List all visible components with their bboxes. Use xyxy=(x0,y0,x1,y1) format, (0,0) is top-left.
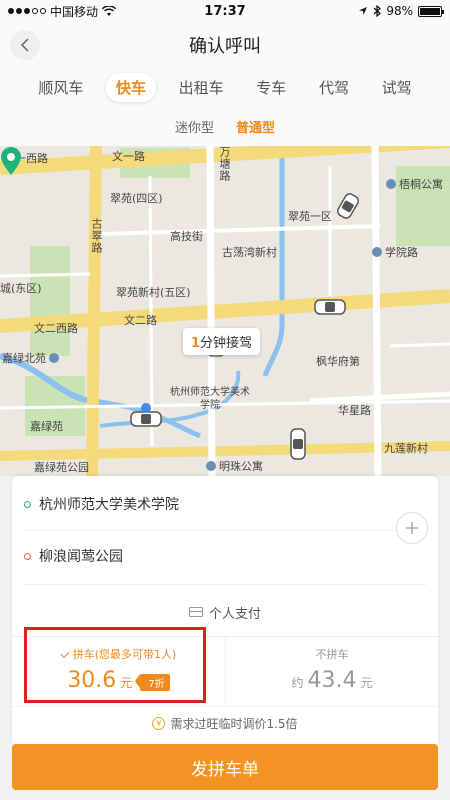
pickup-eta-bubble: 1分钟接驾 xyxy=(183,328,261,355)
poi-icon xyxy=(386,179,396,189)
back-button[interactable] xyxy=(10,30,40,60)
map-label: 古翠路 xyxy=(90,218,103,254)
battery-percent: 98% xyxy=(386,4,413,18)
map-label: 嘉绿苑 xyxy=(30,420,63,433)
start-dot-icon xyxy=(24,500,31,508)
map-label: 万塘路 xyxy=(218,146,231,182)
submit-carpool-button[interactable]: 发拼车单 xyxy=(12,744,438,790)
map-label: 翠苑(四区) xyxy=(110,192,163,205)
wifi-icon xyxy=(102,5,117,16)
carpool-price-row: 30.6 元 7折 xyxy=(12,668,225,693)
divider xyxy=(24,584,426,585)
carpool-option[interactable]: 拼车(您最多可带1人) 30.6 元 7折 xyxy=(12,636,225,706)
map-label: 文一路 xyxy=(112,150,145,163)
map-label: 枫华府第 xyxy=(316,355,360,368)
no-carpool-price: 43.4 xyxy=(307,668,357,693)
plus-icon xyxy=(406,522,418,534)
map-label-jialv-beiyuan: 嘉绿北苑 xyxy=(2,350,62,366)
no-carpool-option[interactable]: 不拼车 约 43.4 元 xyxy=(225,636,438,706)
map-label: 嘉绿苑公园 xyxy=(34,461,89,474)
map-label: 华星路 xyxy=(338,404,371,417)
header: 确认呼叫 xyxy=(0,22,450,68)
payment-selector[interactable]: 个人支付 xyxy=(12,588,438,636)
map-label: 城(东区) xyxy=(0,282,42,295)
carpool-price-unit: 元 xyxy=(120,676,133,690)
poi-icon xyxy=(372,247,382,257)
map-roads xyxy=(0,146,450,476)
carrier-label: 中国移动 xyxy=(50,4,99,19)
map-label-xueyuan: 学院路 xyxy=(372,244,418,260)
surge-text: 需求过旺临时调价1.5倍 xyxy=(170,717,298,731)
destination-text: 柳浪闻莺公园 xyxy=(39,549,123,565)
status-left: 中国移动 xyxy=(8,3,358,20)
discount-badge: 7折 xyxy=(135,674,170,691)
map-label-mingzhu: 明珠公寓 xyxy=(206,458,263,474)
no-carpool-price-prefix: 约 xyxy=(291,676,304,690)
map-label: 翠苑新村(五区) xyxy=(116,286,191,299)
map-label-wutong: 梧桐公寓 xyxy=(386,176,443,192)
check-icon xyxy=(60,648,70,659)
map-label: 文二西路 xyxy=(34,322,78,335)
poi-icon xyxy=(49,353,59,363)
status-bar: 中国移动 17:37 98% xyxy=(0,0,450,22)
map-label: 文二路 xyxy=(124,314,157,327)
pickup-text: 杭州师范大学美术学院 xyxy=(39,497,179,513)
destination-location[interactable]: 柳浪闻莺公园 xyxy=(12,530,438,582)
no-carpool-price-unit: 元 xyxy=(360,676,373,690)
no-carpool-price-row: 约 43.4 元 xyxy=(226,668,438,693)
map-view[interactable]: 文一西路 文一路 万塘路 翠苑(四区) 古翠路 高技街 翠苑一区 梧桐公寓 学院… xyxy=(0,146,450,476)
status-right: 98% xyxy=(358,4,444,18)
card-icon xyxy=(188,607,203,617)
tab-designated-driver[interactable]: 代驾 xyxy=(309,73,359,102)
battery-icon xyxy=(418,5,444,17)
poi-icon xyxy=(206,461,216,471)
car-icon xyxy=(290,428,306,460)
end-dot-icon xyxy=(24,552,31,560)
tab-premier[interactable]: 专车 xyxy=(246,73,296,102)
service-tabs: 顺风车 快车 出租车 专车 代驾 试驾 xyxy=(0,68,450,106)
payment-label: 个人支付 xyxy=(208,606,261,622)
map-label: 古荡湾新村 xyxy=(222,246,277,259)
trip-card: 杭州师范大学美术学院 柳浪闻莺公园 个人支付 拼车(您最多可带1人) 30.6 … xyxy=(12,476,438,744)
bluetooth-icon xyxy=(373,5,382,17)
add-stop-button[interactable] xyxy=(396,512,428,544)
carpool-title: 拼车(您最多可带1人) xyxy=(72,648,177,661)
carpool-title-row: 拼车(您最多可带1人) xyxy=(12,646,225,662)
tab-express[interactable]: 快车 xyxy=(105,72,156,102)
tab-taxi[interactable]: 出租车 xyxy=(169,73,234,102)
map-label: 高技街 xyxy=(170,230,203,243)
pickup-location[interactable]: 杭州师范大学美术学院 xyxy=(12,478,438,530)
surge-notice[interactable]: ¥ 需求过旺临时调价1.5倍 xyxy=(12,706,438,740)
tab-hitch[interactable]: 顺风车 xyxy=(28,73,93,102)
app-root: 中国移动 17:37 98% 确认呼叫 顺风车 快车 出租车 专车 代驾 试驾 … xyxy=(0,0,450,800)
signal-icon xyxy=(8,8,46,14)
location-pin-icon xyxy=(1,147,21,175)
subtab-mini[interactable]: 迷你型 xyxy=(175,117,214,136)
subtab-standard[interactable]: 普通型 xyxy=(236,117,275,136)
car-type-tabs: 迷你型 普通型 xyxy=(0,106,450,146)
page-title: 确认呼叫 xyxy=(189,36,261,57)
map-label: 九莲新村 xyxy=(384,442,428,455)
carpool-price: 30.6 xyxy=(67,668,117,693)
surge-icon: ¥ xyxy=(152,717,166,730)
pickup-minutes: 1 xyxy=(191,336,201,351)
battery-fill xyxy=(420,7,440,15)
car-icon xyxy=(314,299,346,315)
car-icon xyxy=(337,193,359,219)
pickup-suffix: 分钟接驾 xyxy=(200,336,253,351)
location-arrow-icon xyxy=(359,7,368,15)
tab-test-drive[interactable]: 试驾 xyxy=(372,73,422,102)
no-carpool-title: 不拼车 xyxy=(315,648,349,661)
map-label-destination: 杭州师范大学美术学院 xyxy=(170,387,250,411)
chevron-left-icon xyxy=(20,38,29,52)
map-label: 翠苑一区 xyxy=(288,210,332,223)
